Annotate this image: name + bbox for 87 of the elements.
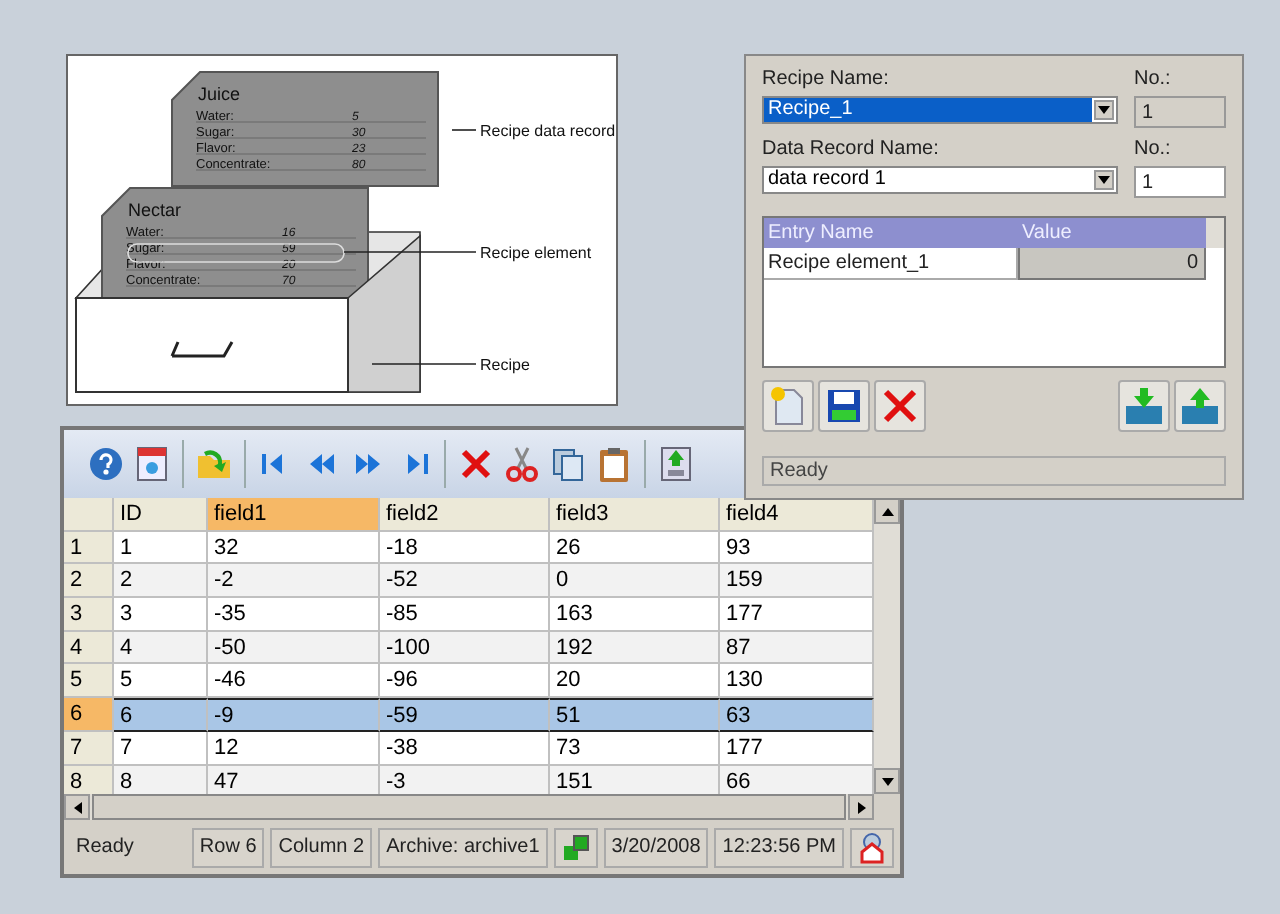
upload-icon — [656, 444, 696, 484]
column-header: Entry Name — [766, 220, 876, 248]
down-arrow-icon — [1124, 386, 1164, 426]
horizontal-scrollbar[interactable] — [64, 794, 874, 820]
field-label: No.: — [1134, 138, 1173, 162]
callout-label: Recipe element — [480, 244, 592, 262]
table-cell: 151 — [550, 765, 720, 794]
leader-line — [371, 363, 477, 365]
corner-cell — [64, 498, 114, 532]
delete-button[interactable] — [874, 380, 926, 432]
table-cell: 63 — [720, 698, 874, 732]
left-arrow-icon — [73, 801, 81, 813]
recipe-combo[interactable]: Recipe_1 — [762, 96, 1118, 124]
table-cell: 6 — [114, 698, 208, 732]
dropdown-arrow-icon — [1098, 106, 1110, 114]
up-arrow-icon — [881, 507, 893, 515]
status-text: Ready — [762, 456, 1226, 486]
up-arrow-icon — [1180, 386, 1220, 426]
table-cell: -9 — [208, 698, 380, 732]
date-text: 3/20/2008 — [603, 827, 709, 867]
connection-icon — [561, 833, 590, 861]
column-header: Value — [1020, 220, 1074, 248]
table-cell: 47 — [208, 765, 380, 794]
export-button[interactable] — [1174, 380, 1226, 432]
callout-label: Recipe data record — [480, 122, 616, 140]
import-button[interactable] — [1118, 380, 1170, 432]
copy-icon — [548, 444, 588, 484]
table-cell: 192 — [550, 631, 720, 665]
value-field[interactable]: 0 — [1018, 248, 1206, 280]
table-cell: Recipe element_1 — [764, 248, 1018, 280]
row-header[interactable]: 5 — [64, 664, 114, 699]
record-combo[interactable]: data record 1 — [762, 166, 1118, 194]
table-cell: -50 — [208, 631, 380, 665]
table-cell: 4 — [114, 631, 208, 665]
dropdown-arrow-icon — [1098, 176, 1110, 184]
column-header[interactable]: field3 — [550, 498, 720, 532]
number-field[interactable]: 1 — [1134, 166, 1226, 198]
table-cell: 0 — [550, 564, 720, 599]
callout-label: Recipe — [480, 356, 530, 374]
row-header[interactable]: 3 — [64, 598, 114, 632]
archive-indicator: Archive: archive1 — [378, 827, 548, 867]
column-header[interactable]: field4 — [720, 498, 874, 532]
column-header[interactable]: field1 — [208, 498, 380, 532]
calendar-icon — [132, 444, 172, 484]
field-label: Recipe Name: — [762, 68, 891, 92]
table-cell: 159 — [720, 564, 874, 599]
table-cell: -3 — [380, 765, 550, 794]
clipboard-icon — [594, 444, 634, 484]
row-header[interactable]: 7 — [64, 731, 114, 765]
close-icon — [882, 388, 918, 424]
scissors-icon — [502, 444, 542, 484]
column-header — [1206, 218, 1224, 248]
card-title: Nectar — [128, 200, 182, 220]
right-arrow-icon — [857, 801, 865, 813]
row-indicator: Row 6 — [191, 827, 265, 867]
save-button[interactable] — [818, 380, 870, 432]
table-cell: 87 — [720, 631, 874, 665]
status-text: Ready — [74, 833, 136, 861]
row-header[interactable]: 4 — [64, 631, 114, 665]
column-header[interactable]: field2 — [380, 498, 550, 532]
help-icon — [86, 444, 126, 484]
row-header[interactable]: 1 — [64, 531, 114, 565]
down-arrow-icon — [881, 777, 893, 785]
row-header[interactable]: 2 — [64, 564, 114, 599]
leader-line — [343, 251, 477, 253]
table-cell: -2 — [208, 564, 380, 599]
table-cell: 2 — [114, 564, 208, 599]
folder-arrow-icon — [194, 444, 234, 484]
x-mark-icon — [456, 444, 496, 484]
row-header[interactable]: 6 — [64, 698, 114, 732]
field-label: Data Record Name: — [762, 138, 941, 162]
vertical-scrollbar[interactable] — [874, 498, 900, 794]
table-cell: 8 — [114, 765, 208, 794]
row-header[interactable]: 8 — [64, 765, 114, 794]
table-cell: -59 — [380, 698, 550, 732]
column-indicator: Column 2 — [270, 827, 373, 867]
time-text: 12:23:56 PM — [714, 827, 844, 867]
table-cell: -52 — [380, 564, 550, 599]
table-cell: -100 — [380, 631, 550, 665]
column-header[interactable]: ID — [114, 498, 208, 532]
leader-line — [451, 129, 477, 131]
user-home-icon — [858, 831, 886, 863]
field-label: No.: — [1134, 68, 1173, 92]
table-cell: 66 — [720, 765, 874, 794]
table-cell: 51 — [550, 698, 720, 732]
card-title: Juice — [198, 84, 241, 104]
new-document-icon — [770, 386, 806, 426]
